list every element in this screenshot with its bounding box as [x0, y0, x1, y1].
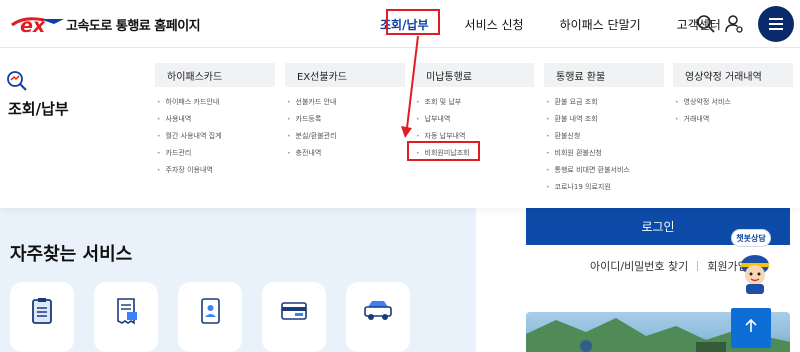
menu-column-title: 영상약정 거래내역 [673, 63, 793, 87]
scroll-top-button[interactable] [731, 308, 771, 348]
service-card-usage-history[interactable] [10, 282, 74, 352]
menu-link[interactable]: 환불 요금 조회 [546, 94, 664, 111]
ex-logo-mark: ex [10, 10, 66, 38]
menu-bar-icon [769, 23, 783, 25]
divider [697, 261, 699, 271]
hamburger-menu-button[interactable] [758, 6, 794, 42]
highlight-box-nonmember-unpaid [407, 141, 480, 161]
menu-link[interactable]: 분실/환불관리 [287, 128, 405, 145]
credit-card-icon [279, 296, 309, 330]
frequent-services-title: 자주찾는 서비스 [10, 244, 133, 265]
id-card-icon [195, 296, 225, 330]
menu-link[interactable]: 비회원 환불신청 [546, 145, 664, 162]
mega-menu-section-title: 조회/납부 [8, 100, 69, 118]
menu-column-title: 통행료 환불 [544, 63, 664, 87]
nav-highlight-box [386, 9, 440, 35]
menu-link[interactable]: 사용내역 [157, 111, 275, 128]
car-icon [362, 296, 394, 330]
service-card-receipt[interactable] [94, 282, 158, 352]
clipboard-list-icon [27, 296, 57, 330]
menu-link[interactable]: 조회 및 납부 [416, 94, 534, 111]
chatbot-badge[interactable]: 챗봇상담 [731, 229, 771, 247]
user-settings-icon[interactable] [724, 14, 744, 34]
nav-item-hipass-device[interactable]: 하이패스 단말기 [560, 16, 641, 33]
menu-link[interactable]: 카드등록 [287, 111, 405, 128]
menu-link[interactable]: 환불 내역 조회 [546, 111, 664, 128]
menu-link[interactable]: 선불카드 안내 [287, 94, 405, 111]
find-id-password-link[interactable]: 아이디/비밀번호 찾기 [590, 258, 688, 274]
menu-link[interactable]: 영상약정 서비스 [675, 94, 793, 111]
service-card-id-card[interactable] [178, 282, 242, 352]
service-card-credit-card[interactable] [262, 282, 326, 352]
menu-column-title: 미납통행료 [414, 63, 534, 87]
menu-column-video-contract: 영상약정 거래내역 영상약정 서비스 거래내역 [673, 63, 793, 128]
svg-text:ex: ex [20, 15, 46, 37]
menu-column-ex-prepaid-card: EX선불카드 선불카드 안내 카드등록 분실/환불관리 충전내역 [285, 63, 405, 162]
site-logo[interactable]: ex 고속도로 통행료 홈페이지 [10, 10, 201, 38]
menu-link[interactable]: 하이패스 카드안내 [157, 94, 275, 111]
menu-link[interactable]: 환불신청 [546, 128, 664, 145]
receipt-icon [111, 296, 141, 330]
mega-menu-panel: 하이패스카드 하이패스 카드안내 사용내역 월간 사용내역 집계 카드관리 주차… [0, 48, 800, 208]
nav-item-service-apply[interactable]: 서비스 신청 [465, 16, 524, 33]
menu-bar-icon [769, 18, 783, 20]
menu-link[interactable]: 코로나19 의료지원 [546, 179, 664, 196]
menu-column-toll-refund: 통행료 환불 환불 요금 조회 환불 내역 조회 환불신청 비회원 환불신청 통… [544, 63, 664, 196]
menu-column-hipass-card: 하이패스카드 하이패스 카드안내 사용내역 월간 사용내역 집계 카드관리 주차… [155, 63, 275, 179]
menu-link[interactable]: 충전내역 [287, 145, 405, 162]
menu-link[interactable]: 납부내역 [416, 111, 534, 128]
service-card-vehicle[interactable] [346, 282, 410, 352]
search-icon[interactable] [696, 14, 716, 34]
arrow-up-icon [743, 318, 759, 338]
menu-column-title: EX선불카드 [285, 63, 405, 87]
menu-link[interactable]: 카드관리 [157, 145, 275, 162]
menu-link[interactable]: 통행료 비대면 환불서비스 [546, 162, 664, 179]
account-links: 아이디/비밀번호 찾기 회원가입 [590, 258, 748, 274]
menu-link[interactable]: 월간 사용내역 집계 [157, 128, 275, 145]
site-header: ex 고속도로 통행료 홈페이지 조회/납부 서비스 신청 하이패스 단말기 고… [0, 0, 800, 48]
menu-link[interactable]: 거래내역 [675, 111, 793, 128]
logo-text: 고속도로 통행료 홈페이지 [66, 18, 201, 34]
chatbot-mascot-icon[interactable] [735, 251, 775, 299]
menu-bar-icon [769, 28, 783, 30]
search-chart-icon [6, 70, 28, 96]
menu-link[interactable]: 주차장 이용내역 [157, 162, 275, 179]
menu-column-title: 하이패스카드 [155, 63, 275, 87]
